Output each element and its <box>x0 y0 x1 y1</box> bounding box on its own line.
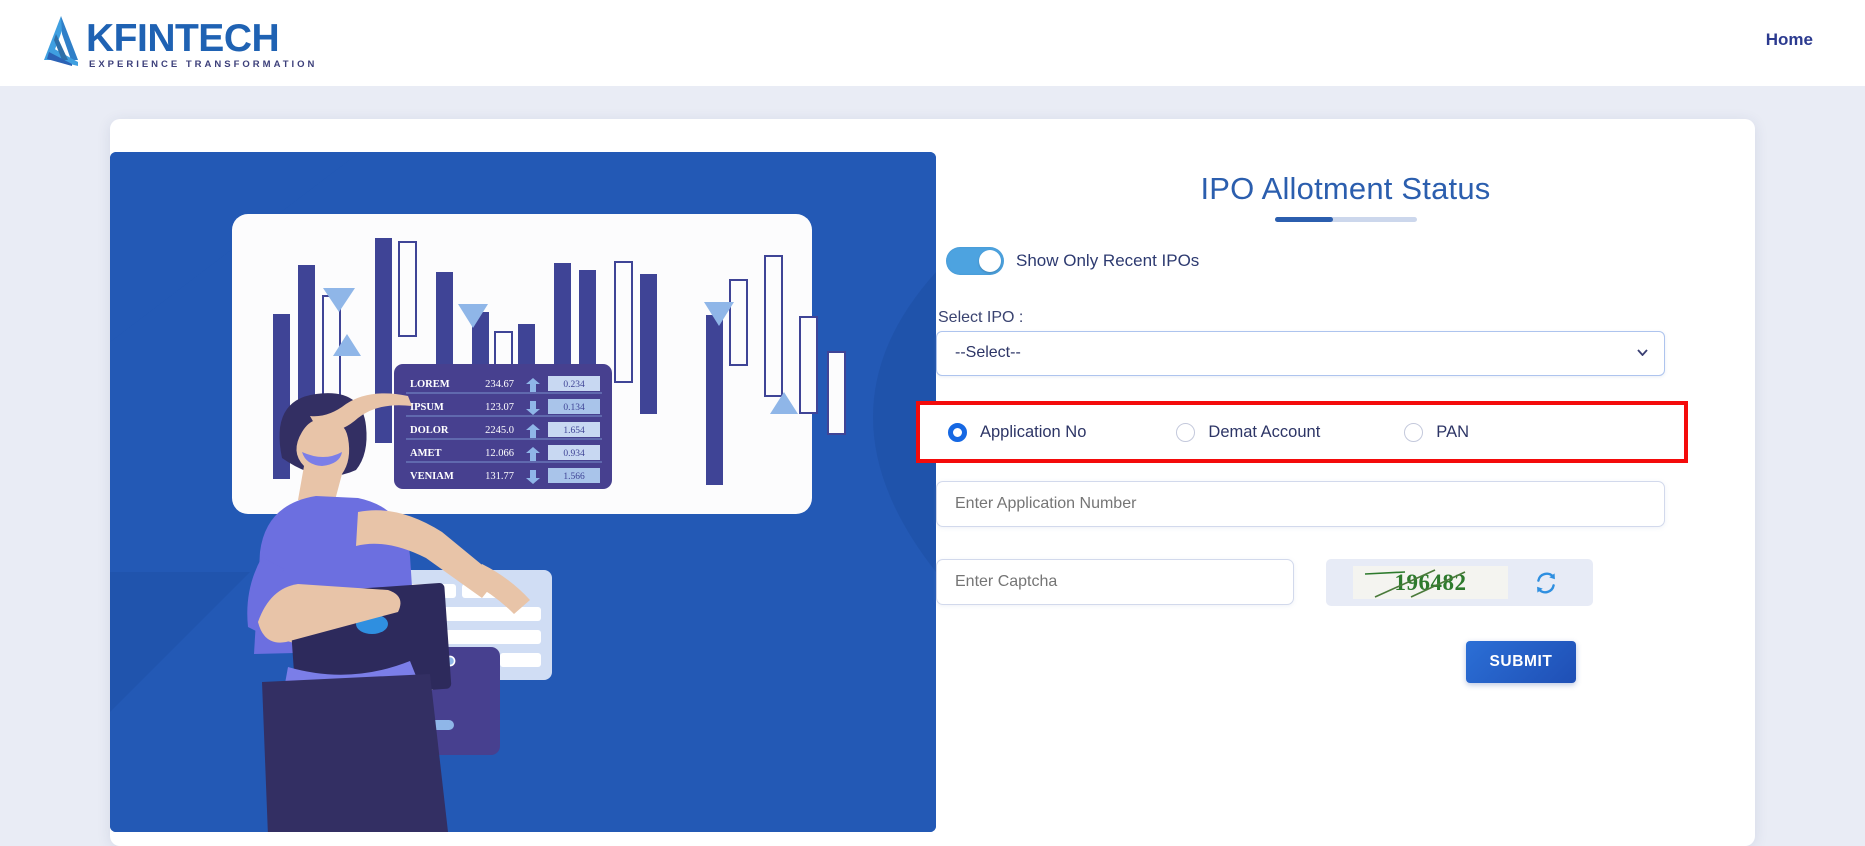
radio-circle-demat-account[interactable] <box>1176 422 1196 442</box>
captcha-noise-lines <box>1364 569 1466 598</box>
chevron-down-icon <box>1637 349 1648 356</box>
submit-button[interactable]: SUBMIT <box>1466 641 1576 683</box>
svg-text:12.066: 12.066 <box>485 448 514 459</box>
svg-text:0.234: 0.234 <box>563 380 585 390</box>
radio-label-pan: PAN <box>1436 422 1469 441</box>
svg-text:IPSUM: IPSUM <box>410 402 444 413</box>
application-number-input[interactable] <box>936 481 1665 527</box>
svg-text:VENIAM: VENIAM <box>410 471 454 482</box>
allotment-form: IPO Allotment Status Show Only Recent IP… <box>916 119 1755 846</box>
captcha-input[interactable] <box>936 559 1294 605</box>
radio-circle-application-no[interactable] <box>948 422 967 442</box>
svg-text:123.07: 123.07 <box>485 402 514 413</box>
show-recent-ipos-toggle[interactable] <box>946 247 1004 275</box>
svg-text:0.934: 0.934 <box>563 449 585 459</box>
svg-text:131.77: 131.77 <box>485 471 514 482</box>
svg-text:AMET: AMET <box>410 448 442 459</box>
page-body: LOREM IPSUM DOLOR AMET VENIAM 234.67 123… <box>0 86 1865 846</box>
radio-option-application-no[interactable]: Application No <box>948 422 1087 442</box>
svg-text:DOLOR: DOLOR <box>410 425 449 436</box>
search-by-radio-group: Application No Demat Account PAN <box>916 401 1688 463</box>
svg-text:1.654: 1.654 <box>563 426 585 436</box>
toggle-label: Show Only Recent IPOs <box>1016 251 1200 270</box>
kfintech-logo[interactable]: KFINTECH EXPERIENCE TRANSFORMATION <box>38 14 317 70</box>
radio-circle-pan[interactable] <box>1404 422 1424 442</box>
ipo-allotment-card: LOREM IPSUM DOLOR AMET VENIAM 234.67 123… <box>110 119 1755 846</box>
select-ipo-value: --Select-- <box>955 344 1021 361</box>
page-title: IPO Allotment Status <box>1200 171 1491 206</box>
title-underline <box>1274 217 1417 222</box>
recent-ipos-toggle-row: Show Only Recent IPOs <box>946 247 1199 275</box>
refresh-icon[interactable] <box>1534 571 1558 595</box>
svg-text:1.566: 1.566 <box>563 472 585 482</box>
kfintech-logo-mark <box>44 16 78 66</box>
svg-text:0.134: 0.134 <box>563 403 585 413</box>
captcha-image: 196482 <box>1353 566 1508 599</box>
illustration-panel: LOREM IPSUM DOLOR AMET VENIAM 234.67 123… <box>110 152 936 832</box>
svg-text:2245.0: 2245.0 <box>485 425 514 436</box>
nav-link-home[interactable]: Home <box>1766 30 1813 50</box>
radio-option-pan[interactable]: PAN <box>1404 422 1469 442</box>
svg-text:234.67: 234.67 <box>485 379 514 390</box>
captcha-display-box: 196482 <box>1326 559 1593 606</box>
radio-option-demat-account[interactable]: Demat Account <box>1176 422 1321 442</box>
radio-label-application-no: Application No <box>980 422 1087 441</box>
logo-wordmark: KFINTECH <box>86 17 280 60</box>
svg-text:LOREM: LOREM <box>410 379 450 390</box>
select-ipo-dropdown[interactable]: --Select-- <box>936 331 1665 376</box>
toggle-knob <box>979 250 1001 272</box>
site-header: KFINTECH EXPERIENCE TRANSFORMATION Home <box>0 0 1865 86</box>
radio-label-demat-account: Demat Account <box>1208 422 1321 441</box>
select-ipo-label: Select IPO : <box>938 309 1024 326</box>
investor-illustration: LOREM IPSUM DOLOR AMET VENIAM 234.67 123… <box>110 152 936 832</box>
logo-tagline: EXPERIENCE TRANSFORMATION <box>89 59 318 70</box>
